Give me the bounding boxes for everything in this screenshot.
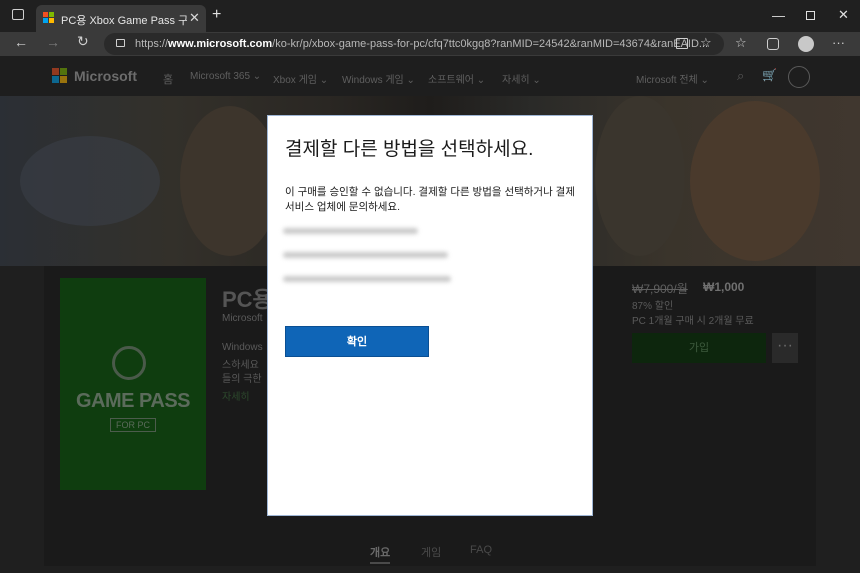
microsoft-favicon-icon xyxy=(43,12,55,24)
nav-microsoft365[interactable]: Microsoft 365 ⌄ xyxy=(190,71,261,82)
browser-tab-active[interactable]: PC용 Xbox Game Pass 구매 - Mic ✕ xyxy=(36,5,206,32)
redacted-line-3 xyxy=(283,276,451,282)
profile-avatar[interactable] xyxy=(798,36,814,52)
nav-software[interactable]: 소프트웨어 ⌄ xyxy=(428,71,485,86)
old-price: ₩7,900/월 xyxy=(632,282,688,296)
product-more-link[interactable]: 자세히 xyxy=(222,388,250,403)
more-options-button[interactable]: ··· xyxy=(772,333,798,363)
forward-arrow-icon[interactable]: → xyxy=(46,34,60,50)
xbox-logo-icon xyxy=(112,346,146,380)
microsoft-logo-icon[interactable] xyxy=(52,68,68,84)
tab-title: PC용 Xbox Game Pass 구매 - Mic xyxy=(61,15,187,27)
search-icon[interactable]: ⌕ xyxy=(737,68,744,84)
back-arrow-icon[interactable]: ← xyxy=(14,34,28,50)
tab-games[interactable]: 게임 xyxy=(421,544,441,560)
redacted-line-2 xyxy=(283,252,448,258)
tab-actions-icon[interactable] xyxy=(12,9,24,20)
tab-faq[interactable]: FAQ xyxy=(470,544,492,556)
hero-character-center xyxy=(595,96,685,256)
browser-toolbar: ← → ↻ https://www.microsoft.com/ko-kr/p/… xyxy=(0,32,860,56)
nav-windows-games[interactable]: Windows 게임 ⌄ xyxy=(342,71,415,86)
microsoft-nav: Microsoft 홈 Microsoft 365 ⌄ Xbox 게임 ⌄ Wi… xyxy=(0,56,860,96)
dialog-heading: 결제할 다른 방법을 선택하세요. xyxy=(285,139,534,160)
payment-error-dialog: 결제할 다른 방법을 선택하세요. 이 구매를 승인할 수 없습니다. 결제할 … xyxy=(267,115,593,516)
product-desc-line1: Windows xyxy=(222,342,263,353)
collections-icon[interactable] xyxy=(767,38,779,50)
game-pass-logo-tile: GAME PASS FOR PC xyxy=(60,278,206,490)
new-price: ₩1,000 xyxy=(703,280,745,294)
discount-label: 87% 할인 xyxy=(632,301,674,312)
hero-character-right xyxy=(690,101,820,261)
game-pass-logo-sub: FOR PC xyxy=(110,418,157,432)
browser-tab-strip: PC용 Xbox Game Pass 구매 - Mic ✕ + — ✕ xyxy=(0,0,860,32)
settings-more-icon[interactable]: ··· xyxy=(832,35,845,50)
confirm-button[interactable]: 확인 xyxy=(285,326,429,357)
redacted-line-1 xyxy=(283,228,418,234)
refresh-icon[interactable]: ↻ xyxy=(77,33,89,50)
game-pass-logo-text: GAME PASS xyxy=(75,390,191,412)
lock-icon[interactable] xyxy=(116,39,125,47)
nav-all-microsoft[interactable]: Microsoft 전체 ⌄ xyxy=(636,71,709,86)
product-desc-line2: 스하세요 xyxy=(222,360,259,371)
address-bar[interactable]: https://www.microsoft.com/ko-kr/p/xbox-g… xyxy=(104,33,724,55)
product-title: PC용 xyxy=(222,287,273,312)
nav-xbox-games[interactable]: Xbox 게임 ⌄ xyxy=(273,71,328,86)
add-favorite-icon[interactable]: ☆ xyxy=(700,35,712,51)
product-publisher[interactable]: Microsoft xyxy=(222,313,263,324)
account-icon[interactable] xyxy=(788,66,810,88)
dialog-message: 이 구매를 승인할 수 없습니다. 결제할 다른 방법을 선택하거나 결제 서비… xyxy=(285,186,575,213)
reader-mode-icon[interactable] xyxy=(676,38,688,49)
product-desc-line3: 들의 극한 xyxy=(222,374,262,385)
buy-button[interactable]: 가입 xyxy=(632,333,766,363)
hero-character-left xyxy=(180,106,280,256)
tab-close-icon[interactable]: ✕ xyxy=(189,10,200,26)
microsoft-brand[interactable]: Microsoft xyxy=(74,68,137,84)
nav-home[interactable]: 홈 xyxy=(163,71,173,87)
address-url: https://www.microsoft.com/ko-kr/p/xbox-g… xyxy=(135,38,709,50)
maximize-icon[interactable] xyxy=(806,11,815,20)
nav-more[interactable]: 자세히 ⌄ xyxy=(502,71,541,86)
cart-icon[interactable]: 🛒 xyxy=(762,68,777,82)
close-window-icon[interactable]: ✕ xyxy=(838,7,849,23)
minimize-icon[interactable]: — xyxy=(772,8,785,23)
favorites-icon[interactable]: ☆ xyxy=(735,35,747,51)
new-tab-icon[interactable]: + xyxy=(212,6,221,24)
promo-label: PC 1개월 구매 시 2개월 무료 xyxy=(632,316,754,327)
hero-glow xyxy=(20,136,160,226)
tab-overview[interactable]: 개요 xyxy=(370,544,391,564)
